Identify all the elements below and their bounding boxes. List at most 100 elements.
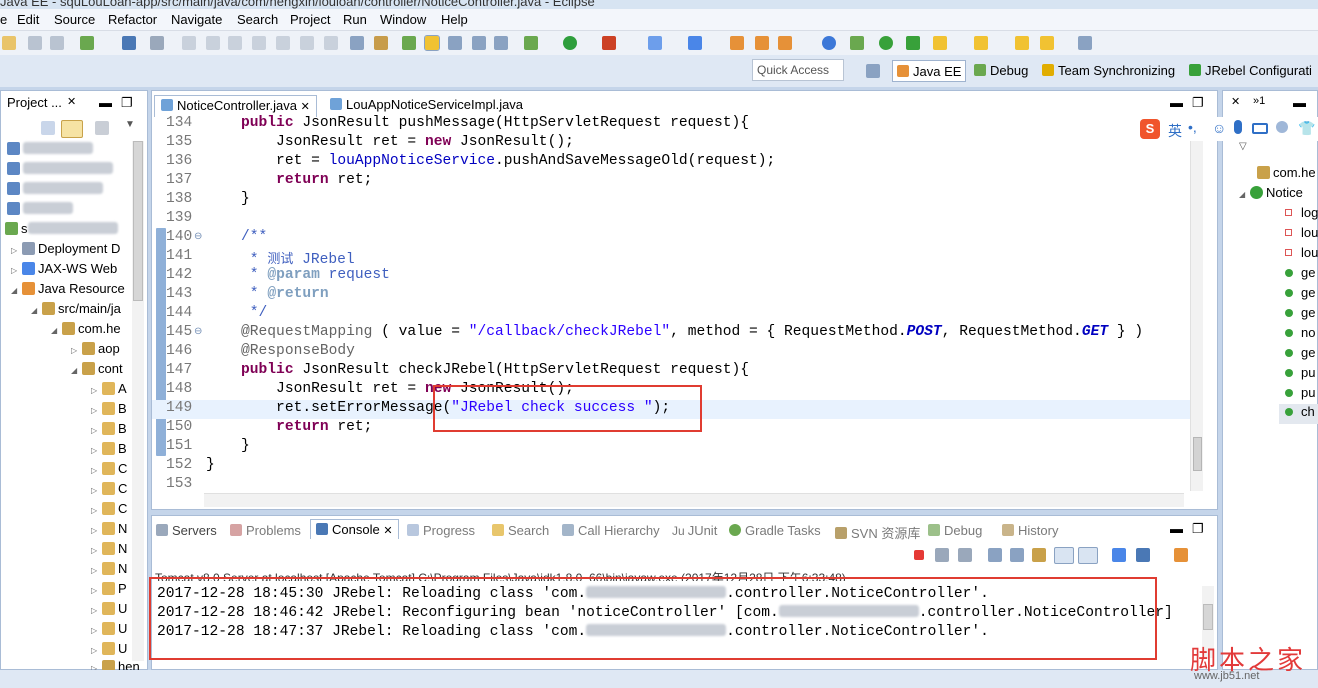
outline-item-field[interactable]: lou (1285, 245, 1318, 265)
expand-arrow-icon[interactable]: ▷ (91, 466, 100, 475)
quick-access-input[interactable]: Quick Access (752, 59, 844, 81)
menu-run[interactable]: Run (343, 12, 367, 27)
outline-item-field[interactable]: log (1285, 205, 1318, 225)
debug-icon[interactable] (524, 36, 538, 50)
menu-source[interactable]: Source (54, 12, 95, 27)
run-icon[interactable] (563, 36, 577, 50)
next-annotation-icon[interactable] (933, 36, 947, 50)
pin-icon[interactable] (424, 35, 440, 51)
tab-junit[interactable]: Ju JUnit (672, 523, 717, 538)
expand-arrow-icon[interactable]: ▷ (91, 606, 100, 615)
expand-arrow-icon[interactable]: ▷ (91, 446, 100, 455)
menu-search[interactable]: Search (237, 12, 278, 27)
link-editor-icon[interactable] (61, 120, 83, 138)
show-on-stdout-icon[interactable] (1054, 547, 1074, 564)
tree-item[interactable]: ▷ U (91, 601, 127, 621)
menu-navigate[interactable]: Navigate (171, 12, 222, 27)
outline-item-method[interactable]: no (1285, 325, 1315, 345)
tree-item[interactable]: ▷ N (91, 561, 127, 581)
perspective-java-ee[interactable]: Java EE (892, 60, 967, 82)
new-server-icon[interactable] (648, 36, 662, 50)
outline-item-method[interactable]: ge (1285, 345, 1315, 365)
skin-icon[interactable]: 👕 (1298, 120, 1315, 137)
emoji-icon[interactable]: ☺ (1212, 120, 1226, 136)
expand-arrow-icon[interactable]: ▷ (91, 546, 100, 555)
resume-icon[interactable] (182, 36, 196, 50)
clear-console-icon[interactable] (988, 548, 1002, 562)
outline-item-class[interactable]: ◢ Notice (1239, 185, 1303, 205)
ime-language-toggle[interactable]: 英 (1168, 121, 1182, 141)
tree-item[interactable]: ◢ src/main/ja (31, 301, 121, 321)
expand-arrow-icon[interactable]: ▷ (11, 266, 20, 275)
last-edit-icon[interactable] (1015, 36, 1029, 50)
outline-item-method[interactable]: pu (1285, 365, 1315, 385)
menu-refactor[interactable]: Refactor (108, 12, 157, 27)
expand-arrow-icon[interactable]: ▷ (91, 626, 100, 635)
pin-console-icon[interactable] (1112, 548, 1126, 562)
close-icon[interactable]: ✕ (67, 95, 76, 108)
globe-icon[interactable] (822, 36, 836, 50)
remove-all-icon[interactable] (958, 548, 972, 562)
perspective-jrebel[interactable]: JRebel Configurati (1185, 60, 1316, 82)
external-tools-icon[interactable] (602, 36, 616, 50)
outline-item-method-selected[interactable]: ch (1279, 404, 1318, 424)
tab-servers[interactable]: Servers (156, 523, 217, 538)
open-type-icon[interactable] (730, 36, 744, 50)
minimize-icon[interactable]: ▬ (1170, 95, 1183, 110)
maximize-icon[interactable]: ❐ (121, 95, 133, 111)
fold-icon[interactable]: ⊖ (194, 231, 202, 243)
collapse-all-icon[interactable] (41, 121, 55, 135)
collapse-arrow-icon[interactable]: ◢ (1239, 190, 1248, 199)
outline-overflow[interactable]: »1 (1253, 95, 1265, 107)
collapse-arrow-icon[interactable]: ◢ (71, 366, 80, 375)
column-icon[interactable] (472, 36, 486, 50)
chevron-down-icon[interactable]: ▽ (1239, 141, 1247, 152)
menu-window[interactable]: Window (380, 12, 426, 27)
tab-console[interactable]: Console ✕ (310, 519, 399, 539)
open-perspective-icon[interactable] (866, 64, 880, 78)
expand-arrow-icon[interactable]: ▷ (91, 406, 100, 415)
tab-louapp-notice-service-impl[interactable]: LouAppNoticeServiceImpl.java (324, 95, 529, 117)
new-class-icon[interactable] (688, 36, 702, 50)
menu-edit[interactable]: Edit (17, 12, 39, 27)
open-console-icon[interactable] (1174, 548, 1188, 562)
tab-notice-controller[interactable]: NoticeController.java ✕ (154, 95, 317, 117)
maximize-icon[interactable]: ❐ (1192, 95, 1204, 111)
open-task-icon[interactable] (778, 36, 792, 50)
tree-item[interactable]: ▷ N (91, 521, 127, 541)
tree-scrollbar[interactable] (132, 141, 144, 661)
skip-breakpoints-icon[interactable] (150, 36, 164, 50)
jrebel-run-icon[interactable] (879, 36, 893, 50)
save-all-icon[interactable] (50, 36, 64, 50)
tab-problems[interactable]: Problems (230, 523, 301, 538)
tab-search[interactable]: Search (492, 523, 549, 538)
display-console-icon[interactable] (1136, 548, 1150, 562)
back-icon[interactable] (1040, 36, 1054, 50)
disconnect-icon[interactable] (252, 36, 266, 50)
tree-item[interactable]: ▷ Deployment D (11, 241, 120, 261)
minimize-icon[interactable]: ▬ (1293, 95, 1306, 110)
collapse-arrow-icon[interactable]: ◢ (31, 306, 40, 315)
minimize-icon[interactable]: ▬ (1170, 521, 1183, 536)
expand-arrow-icon[interactable]: ▷ (91, 386, 100, 395)
remove-launch-icon[interactable] (935, 548, 949, 562)
tree-item[interactable]: ◢ Java Resource (11, 281, 125, 301)
previous-annotation-icon[interactable] (974, 36, 988, 50)
show-on-stderr-icon[interactable] (1078, 547, 1098, 564)
tree-item[interactable]: ▷ JAX-WS Web (11, 261, 117, 281)
outline-item-method[interactable]: ge (1285, 285, 1315, 305)
scroll-lock-icon[interactable] (1010, 548, 1024, 562)
outline-item-method[interactable]: ge (1285, 265, 1315, 285)
tree-item[interactable]: ▷ B (91, 441, 127, 461)
menu-file[interactable]: e (0, 12, 7, 27)
tab-progress[interactable]: Progress (407, 523, 475, 538)
collapse-arrow-icon[interactable]: ◢ (51, 326, 60, 335)
outline-item-field[interactable]: lou (1285, 225, 1318, 245)
step-return-icon[interactable] (324, 36, 338, 50)
code-area[interactable]: 134 public JsonResult pushMessage(HttpSe… (152, 115, 1192, 493)
close-icon[interactable]: ✕ (1231, 95, 1240, 108)
tree-item[interactable]: ▷ B (91, 421, 127, 441)
tab-gradle-tasks[interactable]: Gradle Tasks (729, 523, 821, 538)
word-wrap-icon[interactable] (1032, 548, 1046, 562)
expand-arrow-icon[interactable]: ▷ (91, 586, 100, 595)
